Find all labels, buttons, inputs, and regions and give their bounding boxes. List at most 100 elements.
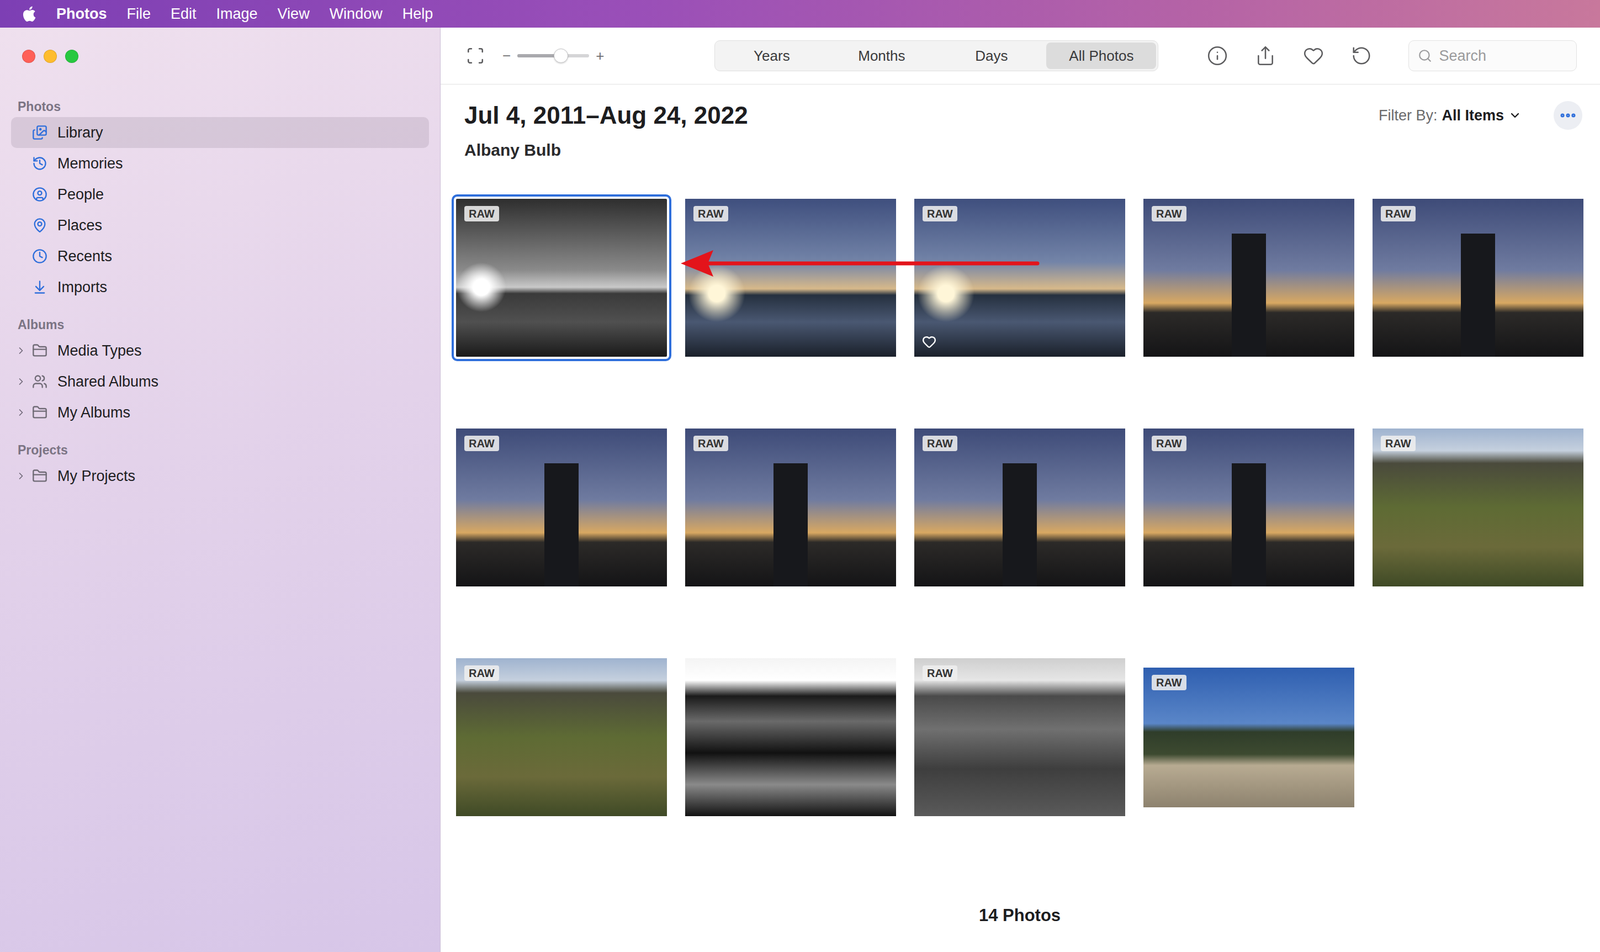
ellipsis-icon [1558,106,1578,125]
photo-cell[interactable]: RAW [456,198,667,357]
chevron-right-icon[interactable] [15,470,27,482]
zoom-out-button[interactable]: − [502,47,511,65]
library-content: Jul 4, 2011–Aug 24, 2022Albany BulbFilte… [440,84,1600,952]
photo-cell[interactable]: RAW [1143,428,1355,587]
photo-thumbnail[interactable]: RAW [456,658,667,817]
heart-icon[interactable] [1302,45,1324,67]
apple-logo-icon[interactable] [20,4,37,23]
view-tab[interactable]: Years [716,42,827,70]
sidebar-item[interactable]: Recents [11,240,429,272]
disclosure[interactable] [15,345,27,357]
menu-item[interactable]: Image [216,5,258,23]
menu-item[interactable]: Edit [170,5,197,23]
memories-icon [32,155,48,172]
sidebar-item[interactable]: Places [11,209,429,241]
favorite-mark [922,334,937,349]
menu-item[interactable]: Window [329,5,383,23]
sidebar-item[interactable]: Imports [11,271,429,303]
location-subtitle: Albany Bulb [464,139,749,161]
photo-thumbnail[interactable]: RAW [914,428,1126,587]
zoom-slider[interactable] [517,54,590,58]
menu-item[interactable]: View [277,5,310,23]
view-tab[interactable]: Months [826,42,937,70]
album-icon [32,404,48,421]
menu-item[interactable]: File [126,5,152,23]
chevron-right-icon[interactable] [15,345,27,357]
search-field[interactable]: Search [1408,40,1577,72]
share-icon[interactable] [1254,45,1276,67]
recents-icon [32,248,48,264]
sidebar-item[interactable]: My Projects [11,460,429,492]
photo-cell[interactable] [685,658,897,817]
photo-thumbnail[interactable]: RAW [1143,428,1355,587]
disclosure[interactable] [15,406,27,418]
sidebar-item[interactable]: Media Types [11,335,429,367]
sidebar-section: ProjectsMy Projects [11,427,429,492]
photo-thumbnail[interactable]: RAW [1372,428,1584,587]
raw-badge: RAW [693,205,729,222]
disclosure[interactable] [15,470,27,482]
photo-thumbnail[interactable]: RAW [914,198,1126,357]
chevron-right-icon[interactable] [15,406,27,418]
people-icon [32,186,48,203]
favorite-heart-icon [922,334,937,349]
photo-thumbnail[interactable]: RAW [914,658,1126,817]
sidebar-section: Albums Media Types Shared AlbumsMy Albums [11,302,429,428]
photo-cell[interactable]: RAW [685,198,897,357]
chevron-right-icon[interactable] [15,375,27,388]
info-icon[interactable] [1206,45,1228,67]
raw-badge: RAW [1380,435,1416,452]
app-menu[interactable]: Photos [56,5,108,23]
menu-bar: Photos File Edit Image View Window Help [0,0,1600,28]
section-label: Albums [11,316,429,333]
filter-value[interactable]: All Items [1441,107,1504,125]
zoom-slider-thumb[interactable] [553,48,569,63]
view-tab[interactable]: Days [936,42,1047,70]
zoom-in-button[interactable]: + [595,47,605,65]
sidebar-item[interactable]: Library [11,117,429,148]
photo-cell[interactable]: RAW [914,658,1126,817]
toolbar-actions [1206,45,1372,67]
photo-cell[interactable]: RAW [1143,198,1355,357]
photo-cell[interactable]: RAW [456,428,667,587]
disclosure[interactable] [15,375,27,388]
sidebar-section: PhotosLibraryMemoriesPeoplePlacesRecents… [11,84,429,303]
aspect-toggle-icon[interactable] [465,46,485,66]
view-tab[interactable]: All Photos [1046,42,1157,70]
minimize-button[interactable] [43,49,57,63]
photo-cell[interactable]: RAW [914,198,1126,357]
sidebar-item[interactable]: My Albums [11,396,429,428]
photo-cell[interactable]: RAW [685,428,897,587]
photo-thumbnail[interactable]: RAW [456,198,667,357]
zoom-button[interactable] [65,49,79,63]
sidebar-item-label: People [57,186,104,204]
date-range-title: Jul 4, 2011–Aug 24, 2022 [464,101,749,130]
photo-thumbnail[interactable] [685,658,897,817]
toolbar: − + YearsMonthsDaysAll Photos Search [440,27,1600,85]
album-icon [32,342,48,359]
raw-badge: RAW [922,435,958,452]
close-button[interactable] [22,49,36,63]
photo-cell[interactable]: RAW [1372,428,1584,587]
sidebar-item-label: Media Types [57,342,142,360]
photo-cell[interactable]: RAW [914,428,1126,587]
menu-item[interactable]: Help [402,5,434,23]
sidebar-item[interactable]: Shared Albums [11,366,429,397]
more-button[interactable] [1553,101,1583,130]
photo-cell[interactable]: RAW [1143,658,1355,817]
sidebar-item[interactable]: People [11,178,429,210]
rotate-icon[interactable] [1351,45,1372,67]
photo-cell[interactable]: RAW [456,658,667,817]
sidebar-item[interactable]: Memories [11,147,429,179]
photo-thumbnail[interactable]: RAW [685,198,897,357]
photo-thumbnail[interactable]: RAW [456,428,667,587]
photo-thumbnail[interactable]: RAW [685,428,897,587]
photo-thumbnail[interactable]: RAW [1372,198,1584,357]
raw-badge: RAW [693,435,729,452]
photo-cell[interactable]: RAW [1372,198,1584,357]
main-pane: − + YearsMonthsDaysAll Photos Search Jul 4, … [440,27,1600,952]
photo-thumbnail[interactable]: RAW [1143,198,1355,357]
photo-thumbnail[interactable]: RAW [1143,667,1355,808]
filter-chevron-icon[interactable] [1508,108,1522,123]
sidebar: PhotosLibraryMemoriesPeoplePlacesRecents… [0,27,441,952]
